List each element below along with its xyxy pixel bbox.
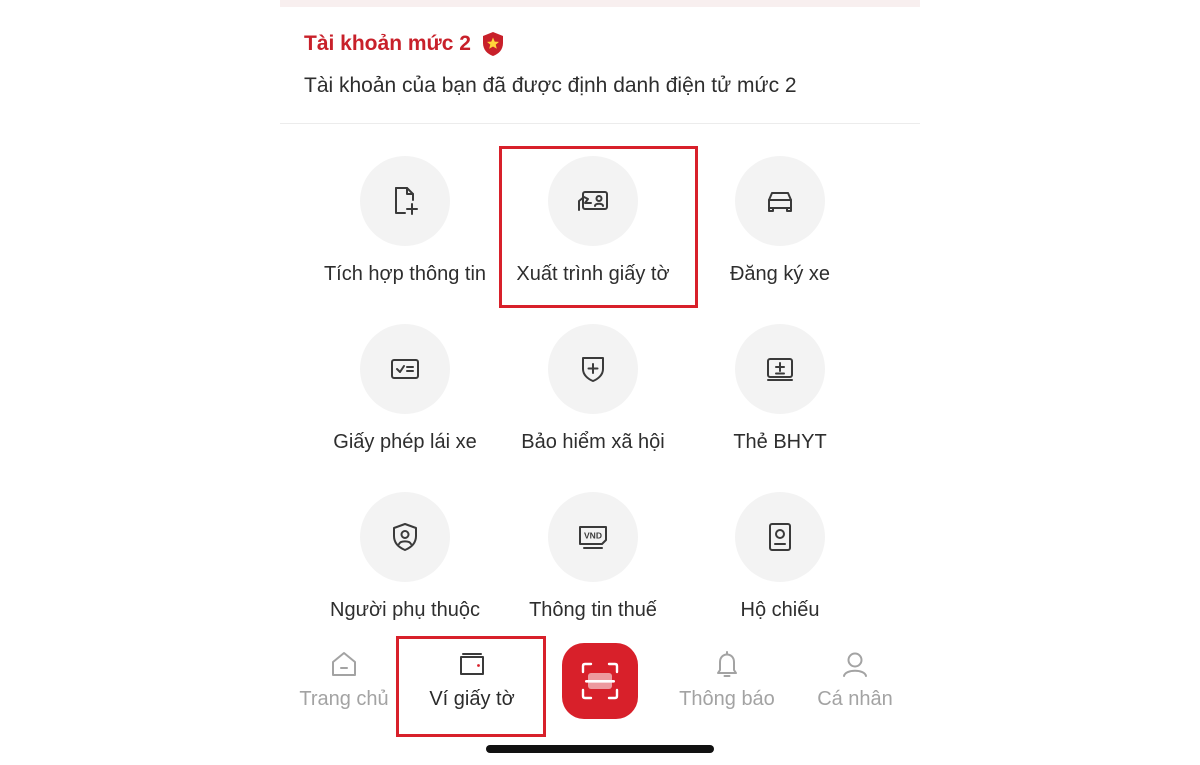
service-icon-circle [360,156,450,246]
service-label: Người phụ thuộc [330,599,480,621]
service-icon-circle [735,324,825,414]
service-nguoi-phu-thuoc[interactable]: Người phụ thuộc [310,492,500,632]
passport-icon [769,523,791,551]
service-xuat-trinh-giay-to[interactable]: Xuất trình giấy tờ [498,156,688,296]
vnd-note-icon: VND [579,526,607,549]
service-tich-hop-thong-tin[interactable]: Tích hợp thông tin [310,156,500,296]
service-the-bhyt[interactable]: Thẻ BHYT [685,324,875,464]
id-card-hand-icon [578,191,608,211]
service-ho-chieu[interactable]: Hộ chiếu [685,492,875,632]
service-icon-circle [735,492,825,582]
nav-trang-chu[interactable]: Trang chủ [284,648,404,711]
person-icon [843,652,867,677]
service-icon-circle [735,156,825,246]
nav-label: Ví giấy tờ [429,688,515,710]
service-icon-circle [360,324,450,414]
service-giay-phep-lai-xe[interactable]: Giấy phép lái xe [310,324,500,464]
nav-thong-bao[interactable]: Thông báo [667,648,787,711]
service-icon-circle: VND [548,492,638,582]
service-icon-circle [548,156,638,246]
account-level-description: Tài khoản của bạn đã được định danh điện… [304,74,797,97]
service-label: Thông tin thuế [529,599,657,621]
account-level-title: Tài khoản mức 2 [304,30,507,58]
shield-person-icon [393,523,417,551]
service-dang-ky-xe[interactable]: Đăng ký xe [685,156,875,296]
top-banner-edge [280,0,920,7]
car-icon [768,192,792,212]
svg-text:VND: VND [584,531,602,541]
app-screen: Tài khoản mức 2 Tài khoản của bạn đã đượ… [280,0,920,765]
service-label: Thẻ BHYT [733,431,827,453]
wallet-icon [460,653,484,675]
bell-icon [717,651,737,677]
scan-button[interactable] [562,643,638,719]
nav-vi-giay-to[interactable]: Ví giấy tờ [412,648,532,711]
divider [280,123,920,124]
service-label: Giấy phép lái xe [333,431,477,453]
service-label: Đăng ký xe [729,263,831,285]
scan-icon [581,662,619,700]
license-card-icon [391,359,419,379]
service-label: Tích hợp thông tin [323,263,487,285]
nav-label: Thông báo [679,688,775,710]
service-icon-circle [360,492,450,582]
shield-star-icon [482,32,503,56]
file-plus-icon [395,187,418,215]
service-label: Hộ chiếu [740,599,820,621]
service-bao-hiem-xa-hoi[interactable]: Bảo hiểm xã hội [498,324,688,464]
shield-plus-icon [582,357,604,382]
nav-ca-nhan[interactable]: Cá nhân [795,648,915,711]
service-label: Xuất trình giấy tờ [516,263,670,285]
health-card-icon [767,358,793,381]
account-level-label: Tài khoản mức 2 [304,32,471,55]
service-thong-tin-thue[interactable]: VND Thông tin thuế [498,492,688,632]
service-label: Bảo hiểm xã hội [521,431,665,453]
nav-label: Trang chủ [299,688,389,710]
service-icon-circle [548,324,638,414]
nav-label: Cá nhân [817,688,893,710]
home-icon [332,652,356,676]
home-indicator [486,745,714,753]
